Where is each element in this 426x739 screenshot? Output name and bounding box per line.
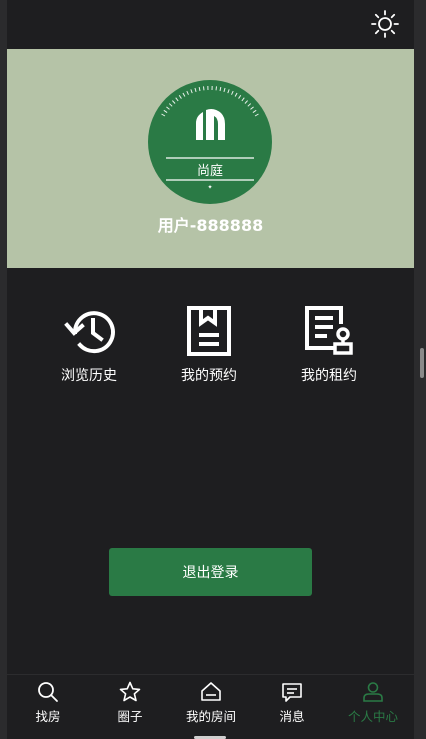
bottom-tab-bar: 找房 圈子 我的房间 消息 个人中心	[7, 674, 414, 730]
top-bar	[7, 0, 414, 49]
sun-icon	[371, 10, 399, 38]
shortcut-grid: 浏览历史 我的预约 我的租约	[7, 306, 414, 396]
home-icon	[201, 682, 221, 701]
history-icon	[64, 311, 115, 354]
brand-logo: 尚庭 ✦	[148, 80, 272, 204]
tab-circle[interactable]: 圈子	[89, 675, 171, 730]
theme-toggle-button[interactable]	[369, 8, 401, 40]
search-icon	[38, 682, 58, 702]
shortcut-my-lease[interactable]: 我的租约	[274, 306, 384, 391]
shortcut-label: 我的租约	[301, 368, 357, 384]
logo-text: 尚庭	[197, 163, 223, 179]
profile-header: 尚庭 ✦ 用户-888888	[7, 49, 414, 268]
app-frame: 尚庭 ✦ 用户-888888 浏览历史 我的预约 我的租约 退出登录 找房 圈子…	[7, 0, 414, 739]
user-icon	[363, 682, 383, 702]
tab-label: 圈子	[117, 709, 143, 724]
contract-icon	[305, 306, 353, 355]
tab-my-room[interactable]: 我的房间	[170, 675, 252, 730]
tab-label: 个人中心	[347, 709, 398, 724]
tab-messages[interactable]: 消息	[251, 675, 333, 730]
shortcut-label: 浏览历史	[61, 368, 117, 384]
message-icon	[282, 683, 302, 702]
avatar[interactable]: 尚庭 ✦	[148, 80, 272, 204]
tab-label: 找房	[35, 709, 61, 724]
tab-personal-center[interactable]: 个人中心	[332, 675, 414, 730]
shortcut-browse-history[interactable]: 浏览历史	[34, 306, 144, 391]
scrollbar-thumb[interactable]	[420, 348, 424, 378]
tab-label: 我的房间	[185, 709, 236, 724]
shortcut-label: 我的预约	[181, 368, 237, 384]
shortcut-my-appointments[interactable]: 我的预约	[154, 306, 264, 391]
bookmark-document-icon	[187, 306, 231, 356]
tab-find-house[interactable]: 找房	[7, 675, 89, 730]
tab-label: 消息	[279, 709, 305, 724]
logout-button[interactable]: 退出登录	[109, 548, 312, 596]
svg-text:✦: ✦	[207, 184, 212, 191]
username: 用户-888888	[157, 216, 264, 235]
star-icon	[119, 681, 141, 702]
